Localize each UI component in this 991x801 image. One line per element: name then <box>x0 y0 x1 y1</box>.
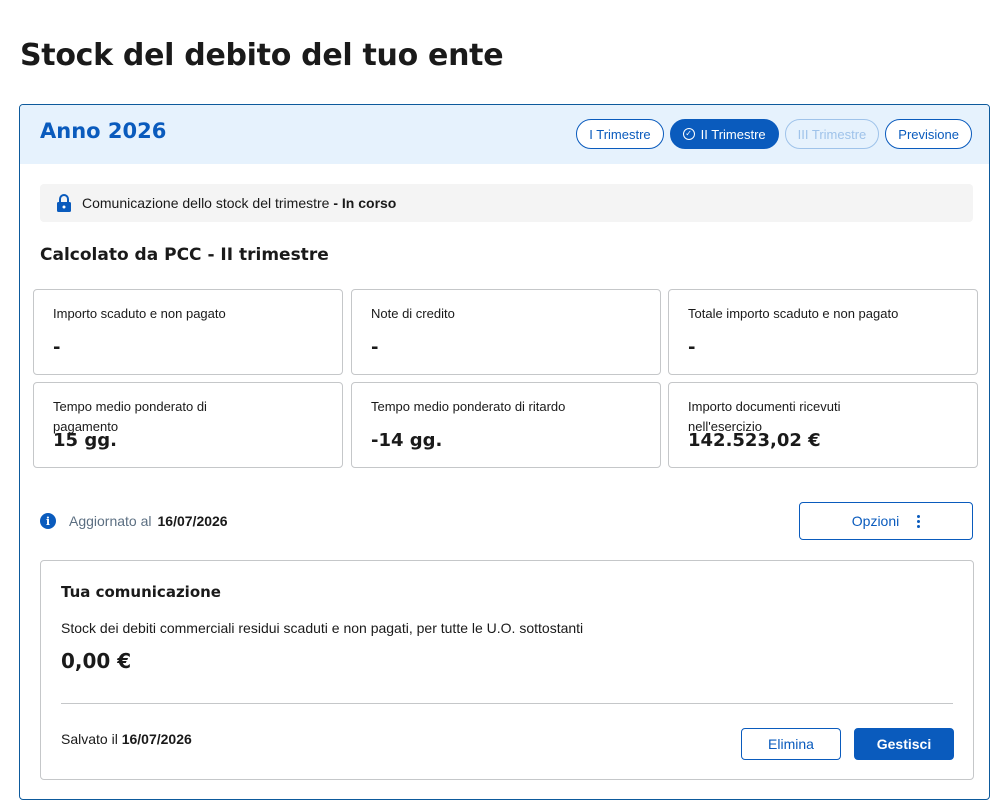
options-button[interactable]: Opzioni <box>799 502 973 540</box>
metric-label: Note di credito <box>371 306 455 321</box>
metric-value: - <box>371 337 379 358</box>
check-circle-icon: ✓ <box>682 128 695 140</box>
tab-label: Previsione <box>898 126 959 142</box>
update-label: Aggiornato al <box>69 513 152 529</box>
metric-card: Importo scaduto e non pagato - <box>33 289 343 375</box>
tab-label: III Trimestre <box>797 126 867 142</box>
metric-card: Totale importo scaduto e non pagato - <box>668 289 978 375</box>
delete-button[interactable]: Elimina <box>741 728 841 760</box>
communication-amount: 0,00 € <box>61 649 132 673</box>
metric-value: - <box>688 337 696 358</box>
metric-value: 15 gg. <box>53 430 117 451</box>
metric-value: - <box>53 337 61 358</box>
saved-date: 16/07/2026 <box>121 731 192 747</box>
section-title: Calcolato da PCC - II trimestre <box>40 245 329 265</box>
tab-first-quarter[interactable]: I Trimestre <box>576 119 664 149</box>
card-header: Anno 2026 I Trimestre ✓ II Trimestre III… <box>20 105 989 164</box>
communication-description: Stock dei debiti commerciali residui sca… <box>61 620 584 636</box>
lock-icon <box>56 194 72 212</box>
metric-card: Tempo medio ponderato di ritardo -14 gg. <box>351 382 661 468</box>
update-date: 16/07/2026 <box>157 513 228 529</box>
status-state: In corso <box>341 195 397 211</box>
metric-card: Note di credito - <box>351 289 661 375</box>
tab-second-quarter[interactable]: ✓ II Trimestre <box>669 119 779 149</box>
metric-card: Importo documenti ricevuti nell'esercizi… <box>668 382 978 468</box>
metric-value: -14 gg. <box>371 430 443 451</box>
communication-title: Tua comunicazione <box>61 583 221 601</box>
options-label: Opzioni <box>851 513 900 529</box>
tab-forecast[interactable]: Previsione <box>885 119 972 149</box>
metric-value: 142.523,02 € <box>688 430 821 451</box>
info-icon: i <box>40 513 56 529</box>
year-title: Anno 2026 <box>40 119 167 143</box>
status-separator: - <box>329 195 342 211</box>
quarter-tabs: I Trimestre ✓ II Trimestre III Trimestre… <box>576 119 972 149</box>
metric-label: Tempo medio ponderato di ritardo <box>371 399 566 414</box>
tab-label: I Trimestre <box>589 126 651 142</box>
metric-label: Importo scaduto e non pagato <box>53 306 226 321</box>
status-bar: Comunicazione dello stock del trimestre … <box>40 184 973 222</box>
debt-stock-card: Anno 2026 I Trimestre ✓ II Trimestre III… <box>19 104 990 800</box>
saved-label: Salvato il <box>61 731 118 747</box>
tab-label: II Trimestre <box>700 126 766 142</box>
tab-third-quarter: III Trimestre <box>784 119 880 149</box>
manage-button[interactable]: Gestisci <box>854 728 954 760</box>
saved-info: Salvato il 16/07/2026 <box>61 731 192 747</box>
kebab-menu-icon <box>917 514 921 528</box>
metric-card: Tempo medio ponderato di pagamento 15 gg… <box>33 382 343 468</box>
divider <box>61 703 953 704</box>
status-text: Comunicazione dello stock del trimestre <box>82 195 330 211</box>
page-title: Stock del debito del tuo ente <box>20 38 504 73</box>
communication-card: Tua comunicazione Stock dei debiti comme… <box>40 560 974 780</box>
update-info: i Aggiornato al 16/07/2026 <box>40 513 228 529</box>
metric-label: Totale importo scaduto e non pagato <box>688 306 899 321</box>
